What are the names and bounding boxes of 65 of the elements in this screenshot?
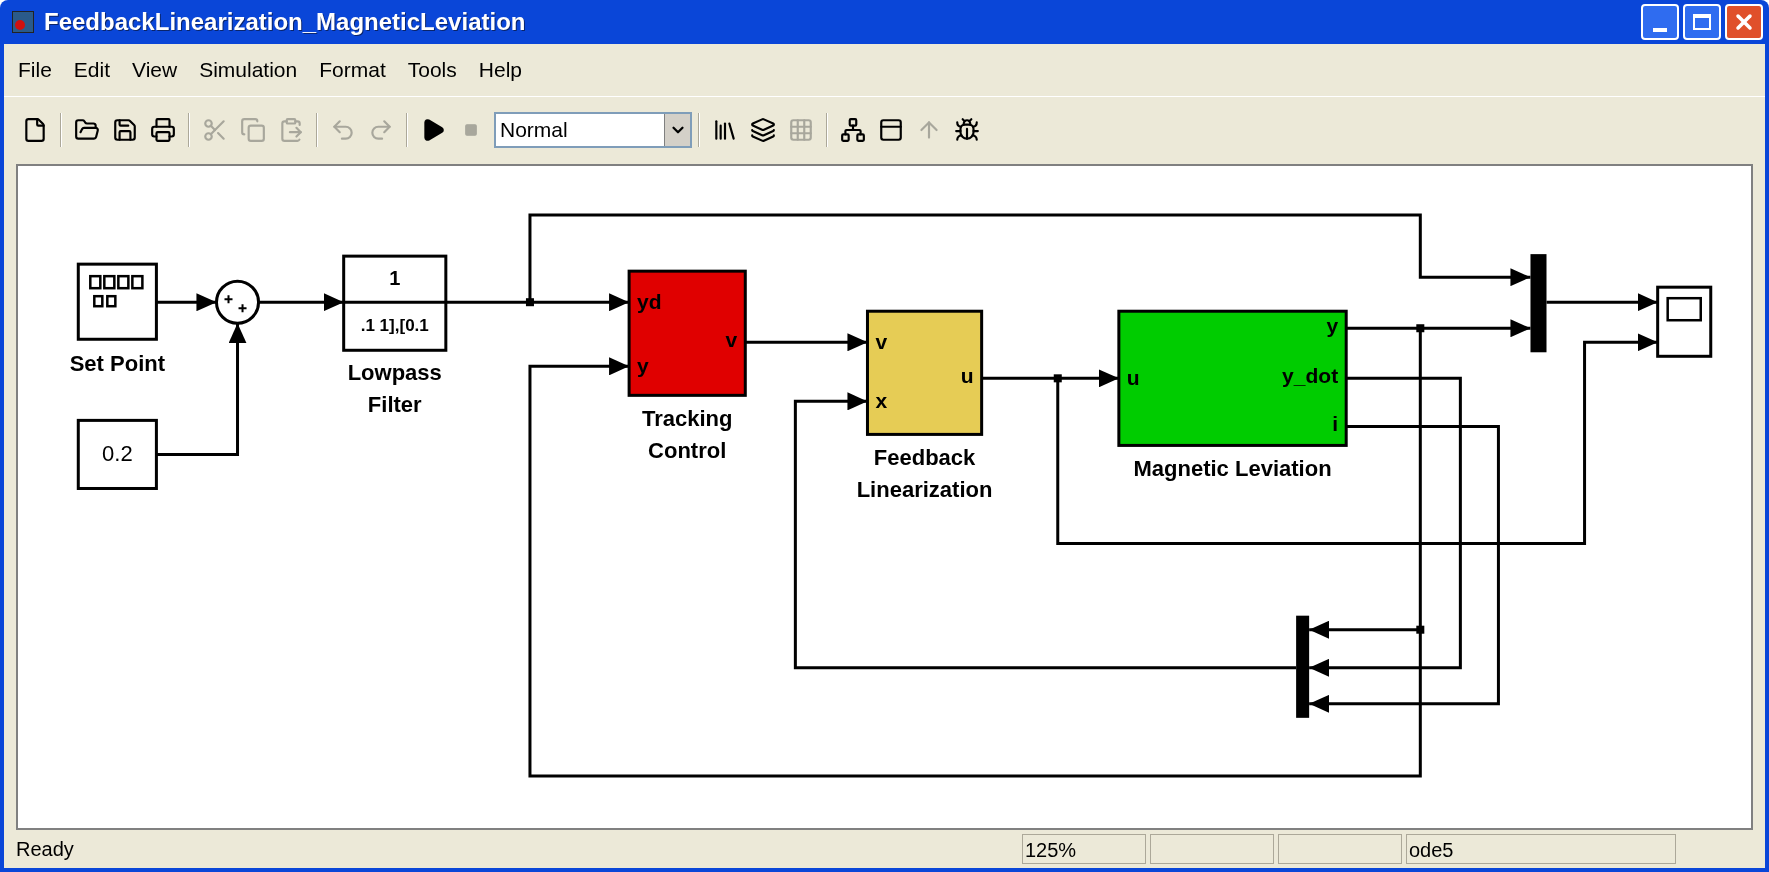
port-label: v: [875, 329, 888, 353]
block-label: Lowpass: [347, 360, 442, 386]
subsystem-block[interactable]: [865, 309, 984, 436]
clipboard-icon: [278, 116, 304, 143]
port-label: yd: [637, 289, 662, 313]
printer-icon: [150, 116, 176, 143]
minimize-button[interactable]: [1641, 4, 1679, 40]
folder-icon: [74, 116, 100, 143]
minimize-icon: [1653, 28, 1667, 32]
solver-name: ode5: [1406, 834, 1676, 864]
window-icon: [878, 116, 904, 143]
block-label: Control: [648, 438, 727, 464]
stack-icon: [750, 116, 776, 143]
close-button[interactable]: [1725, 4, 1763, 40]
menu-item[interactable]: File: [8, 54, 62, 86]
scissors-icon: [202, 116, 228, 143]
block-label: Feedback: [873, 445, 976, 471]
zoom-level: 125%: [1022, 834, 1146, 864]
numerator: 1: [389, 267, 401, 290]
menu-item[interactable]: Tools: [397, 54, 467, 86]
menu-item[interactable]: Edit: [63, 54, 121, 86]
denominator: .1 1],[0.1: [360, 315, 429, 335]
port-label: u: [1126, 365, 1140, 389]
branch-point: [1053, 374, 1062, 383]
block-label: Magnetic Leviation: [1133, 456, 1332, 482]
sum-block[interactable]: [215, 279, 261, 325]
copy-icon: [240, 116, 266, 143]
block-label: Filter: [367, 392, 422, 418]
transfer-function-block[interactable]: [342, 254, 448, 352]
constant-value: 0.2: [102, 441, 133, 467]
new-file-icon: [22, 116, 48, 143]
port-label: u: [960, 363, 974, 387]
signal-generator-block[interactable]: [76, 262, 158, 341]
scope-block[interactable]: [1656, 285, 1713, 358]
block-label: Set Point: [69, 351, 166, 377]
mux-block[interactable]: [1296, 615, 1310, 718]
hierarchy-icon: [840, 116, 866, 143]
port-label: x: [875, 388, 888, 412]
window-title: FeedbackLinearization_MagneticLeviation: [44, 7, 526, 37]
port-label: y_dot: [1282, 363, 1339, 387]
port-label: y: [1326, 313, 1339, 337]
maximize-icon: [1693, 14, 1711, 30]
port-label: v: [725, 327, 738, 351]
branch-point: [1416, 324, 1425, 333]
block-label: Linearization: [856, 477, 993, 503]
branch-point: [1416, 625, 1425, 634]
status-message: Ready: [16, 837, 75, 862]
port-label: y: [637, 353, 649, 377]
port-label: i: [1332, 411, 1339, 435]
signal-line: [156, 293, 217, 312]
menu-item[interactable]: View: [122, 54, 188, 86]
menu-item[interactable]: Help: [468, 54, 532, 86]
app-icon: [12, 11, 34, 33]
constant-block[interactable]: [76, 418, 158, 490]
branch-point: [525, 298, 534, 307]
subsystem-block[interactable]: [1117, 309, 1348, 447]
grid-icon: [788, 116, 814, 143]
menu-item[interactable]: Format: [309, 54, 396, 86]
menu-item[interactable]: Simulation: [189, 54, 308, 86]
simulation-mode-dropdown[interactable]: Normal: [494, 111, 692, 148]
maximize-button[interactable]: [1683, 4, 1721, 40]
stop-icon: [464, 122, 478, 137]
bug-icon: [954, 116, 980, 143]
save-icon: [112, 116, 138, 143]
block-label: Tracking: [641, 406, 733, 432]
